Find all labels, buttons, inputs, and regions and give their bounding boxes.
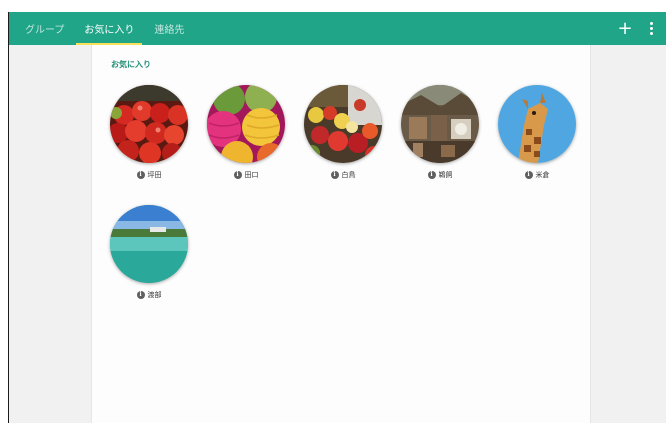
info-icon: i [427, 171, 436, 179]
info-icon: i [233, 171, 242, 179]
contact-name: 坪田 [147, 171, 162, 179]
avatar[interactable] [304, 85, 382, 163]
info-icon: i [136, 171, 145, 179]
favorite-contact[interactable]: i 鵜飼 [392, 85, 488, 195]
app-bar-actions: + [616, 17, 666, 41]
old-market-photo [401, 85, 479, 163]
more-options-button[interactable] [642, 17, 660, 41]
section-title: お気に入り [111, 60, 151, 69]
avatar[interactable] [207, 85, 285, 163]
avatar[interactable] [401, 85, 479, 163]
tab-groups[interactable]: グループ [15, 12, 74, 45]
plus-icon: + [617, 17, 633, 39]
more-vert-icon [649, 22, 653, 35]
tab-favorites[interactable]: お気に入り [74, 12, 144, 45]
yarn-photo [207, 85, 285, 163]
giraffe-photo [498, 85, 576, 163]
favorite-contact[interactable]: i 渡部 [101, 205, 197, 315]
app-window: グループ お気に入り 連絡先 + お気に入り i 坪田 i 田口 i 白鳥 i … [8, 12, 666, 423]
tab-contacts[interactable]: 連絡先 [144, 12, 194, 45]
favorites-panel: お気に入り i 坪田 i 田口 i 白鳥 i 鵜飼 i 米倉 i 渡部 [91, 45, 591, 423]
avatar[interactable] [498, 85, 576, 163]
contact-name: 鵜飼 [438, 171, 453, 179]
top-app-bar: グループ お気に入り 連絡先 + [9, 12, 666, 45]
avatar[interactable] [110, 85, 188, 163]
tomatoes-photo [110, 85, 188, 163]
contact-name: 米倉 [535, 171, 550, 179]
contact-name: 渡部 [147, 291, 162, 299]
fruit-market-photo [304, 85, 382, 163]
favorite-contact[interactable]: i 米倉 [489, 85, 585, 195]
info-icon: i [330, 171, 339, 179]
beach-photo [110, 205, 188, 283]
favorite-contact[interactable]: i 田口 [198, 85, 294, 195]
favorite-contact[interactable]: i 坪田 [101, 85, 197, 195]
add-button[interactable]: + [616, 17, 634, 41]
info-icon: i [136, 291, 145, 299]
favorite-contact[interactable]: i 白鳥 [295, 85, 391, 195]
contact-name: 田口 [244, 171, 259, 179]
contact-name: 白鳥 [341, 171, 356, 179]
info-icon: i [524, 171, 533, 179]
avatar[interactable] [110, 205, 188, 283]
